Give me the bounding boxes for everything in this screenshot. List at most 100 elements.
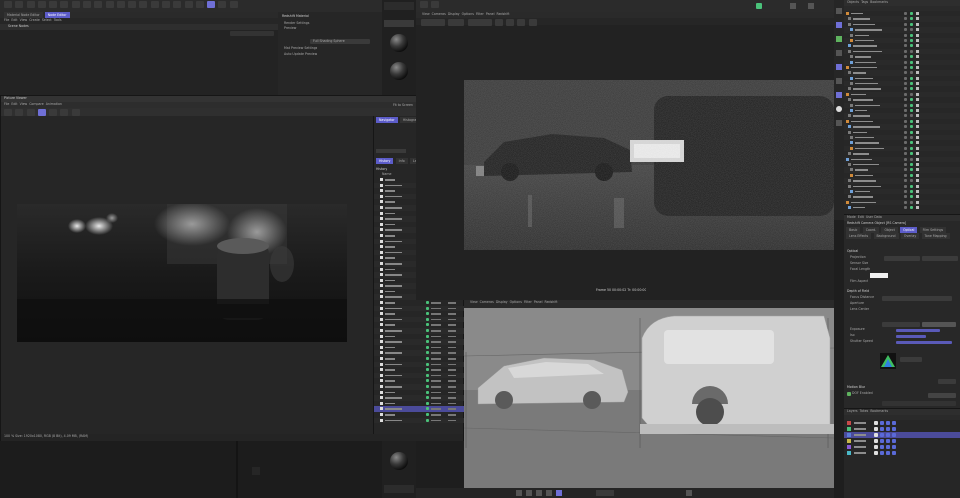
toolbar-button[interactable] [494, 19, 503, 26]
visibility-icon[interactable] [904, 76, 907, 80]
value-field[interactable] [882, 322, 920, 327]
tag-icon[interactable] [916, 119, 919, 123]
tab-history[interactable]: History [376, 158, 394, 164]
visibility-icon[interactable] [904, 125, 907, 129]
play-icon[interactable] [536, 490, 542, 496]
layer-toggle-icon[interactable] [886, 433, 890, 437]
toolbar-button[interactable] [161, 1, 170, 8]
visibility-icon[interactable] [904, 92, 907, 96]
enabled-check-icon[interactable] [910, 130, 913, 134]
material-strip-tabs[interactable] [384, 20, 414, 27]
tag-icon[interactable] [916, 103, 919, 107]
toolbar-button[interactable] [506, 19, 515, 26]
menu-filter[interactable]: Filter [524, 300, 532, 304]
preview-dropdown[interactable]: Full Shading Sphere [310, 39, 370, 44]
enabled-check-icon[interactable] [910, 173, 913, 177]
enabled-check-icon[interactable] [910, 92, 913, 96]
enabled-check-icon[interactable] [910, 119, 913, 123]
tag-icon[interactable] [916, 65, 919, 69]
visibility-icon[interactable] [904, 130, 907, 134]
subtab-background[interactable]: Background [873, 233, 899, 239]
visibility-icon[interactable] [904, 12, 907, 15]
menu-edit[interactable]: Edit [11, 102, 17, 106]
layer-toggle-icon[interactable] [880, 439, 884, 443]
toolbar-button[interactable] [26, 109, 35, 116]
visibility-icon[interactable] [904, 168, 907, 172]
enabled-check-icon[interactable] [910, 125, 913, 129]
visibility-icon[interactable] [904, 195, 907, 199]
visibility-icon[interactable] [904, 103, 907, 107]
gradient-preview-icon[interactable] [880, 353, 896, 369]
tag-icon[interactable] [916, 44, 919, 48]
visibility-icon[interactable] [904, 33, 907, 37]
enabled-check-icon[interactable] [910, 76, 913, 80]
tag-icon[interactable] [916, 71, 919, 75]
menu-redshift[interactable]: Redshift [497, 12, 510, 16]
menu-cameras[interactable]: Cameras [480, 300, 494, 304]
layer-toggle-icon[interactable] [880, 433, 884, 437]
visibility-icon[interactable] [904, 109, 907, 113]
visibility-icon[interactable] [904, 55, 907, 59]
layer-toggle-icon[interactable] [874, 439, 878, 443]
enabled-check-icon[interactable] [910, 206, 913, 210]
toolbar-button[interactable] [60, 109, 69, 116]
active-mode-button[interactable] [207, 1, 216, 8]
prev-frame-icon[interactable] [526, 490, 532, 496]
layer-toggle-icon[interactable] [886, 445, 890, 449]
focus-distance-field[interactable] [882, 296, 952, 301]
layout-icon[interactable] [790, 3, 796, 9]
toolbar-button[interactable] [195, 1, 204, 8]
viewport-bottom[interactable]: View Cameras Display Options Filter Pane… [464, 300, 834, 488]
visibility-icon[interactable] [904, 114, 907, 118]
tag-icon[interactable] [916, 28, 919, 32]
tag-icon[interactable] [916, 17, 919, 21]
toolbar-button[interactable] [60, 1, 69, 8]
tag-icon[interactable] [916, 114, 919, 118]
value-field[interactable] [938, 379, 956, 384]
tool-icon[interactable] [836, 64, 842, 70]
toolbar-button[interactable] [517, 19, 526, 26]
dof-checkbox[interactable] [847, 392, 851, 396]
menu-file[interactable]: File [4, 18, 9, 22]
enabled-check-icon[interactable] [910, 17, 913, 21]
material-preview-icon[interactable] [390, 34, 408, 52]
enabled-check-icon[interactable] [910, 152, 913, 156]
enabled-check-icon[interactable] [910, 65, 913, 69]
tag-icon[interactable] [916, 22, 919, 26]
toolbar-button[interactable] [4, 1, 12, 8]
menu-file[interactable]: File [4, 102, 9, 106]
tab-layer-bookmarks[interactable]: Bookmarks [870, 409, 888, 413]
subtab-lens-effects[interactable]: Lens Effects [846, 233, 872, 239]
menu-edit[interactable]: Edit [11, 18, 17, 22]
menu-select[interactable]: Select [42, 18, 52, 22]
menu-animation[interactable]: Animation [46, 102, 62, 106]
enabled-check-icon[interactable] [910, 168, 913, 172]
toolbar-button[interactable] [15, 109, 24, 116]
tab-tags[interactable]: Tags [861, 0, 868, 4]
visibility-icon[interactable] [904, 60, 907, 64]
tag-icon[interactable] [916, 82, 919, 86]
menu-redshift[interactable]: Redshift [545, 300, 558, 304]
enabled-check-icon[interactable] [910, 195, 913, 199]
tag-icon[interactable] [916, 206, 919, 210]
toolbar-button[interactable] [139, 1, 148, 8]
enabled-check-icon[interactable] [910, 157, 913, 161]
tool-icon[interactable] [836, 106, 842, 112]
enabled-check-icon[interactable] [910, 103, 913, 107]
tag-icon[interactable] [916, 162, 919, 166]
layer-toggle-icon[interactable] [880, 445, 884, 449]
menu-tools[interactable]: Tools [54, 18, 62, 22]
toolbar-button[interactable] [49, 1, 58, 8]
enabled-check-icon[interactable] [910, 98, 913, 102]
visibility-icon[interactable] [904, 22, 907, 26]
visibility-icon[interactable] [904, 200, 907, 204]
visibility-icon[interactable] [904, 71, 907, 75]
menu-options[interactable]: Options [462, 12, 474, 16]
toolbar-button[interactable] [173, 1, 182, 8]
tool-icon[interactable] [836, 8, 842, 14]
toolbar-button[interactable] [4, 109, 12, 116]
value-field[interactable] [922, 322, 956, 327]
tag-icon[interactable] [916, 173, 919, 177]
enabled-check-icon[interactable] [910, 60, 913, 64]
tag-icon[interactable] [916, 168, 919, 172]
